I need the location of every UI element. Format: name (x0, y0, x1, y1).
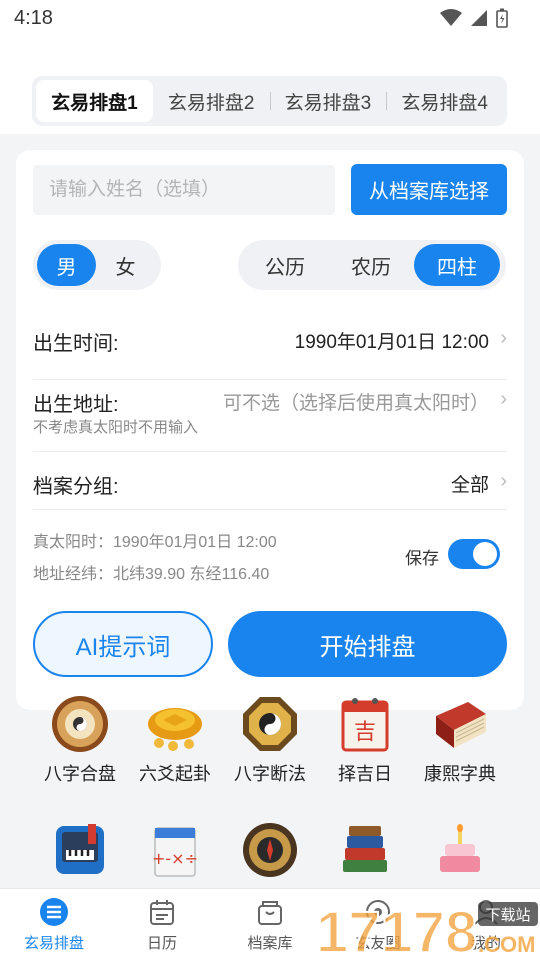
signal-icon (471, 10, 487, 26)
gender-male-option[interactable]: 男 (37, 244, 96, 286)
tool-label: 择吉日 (338, 764, 392, 784)
tab-plate-2[interactable]: 玄易排盘2 (153, 80, 270, 122)
nav-item-calendar[interactable]: 日历 (108, 889, 216, 960)
lucky-calendar-icon: 吉 (341, 698, 389, 752)
birth-time-value: 1990年01月01日 12:00 (294, 332, 489, 353)
site-watermark: 17178 下载站 .COM (315, 899, 538, 960)
math-calendar-icon: +-×÷ (152, 827, 198, 877)
book-stack-icon (343, 826, 387, 872)
calendar-type-selector: 公历 农历 四柱 (238, 240, 506, 290)
tool-row2-item-3[interactable] (222, 820, 318, 880)
plate-nav-icon (40, 898, 68, 926)
birth-place-row[interactable]: 出生地址: 可不选（选择后使用真太阳时） › 不考虑真太阳时不用输入 (33, 380, 507, 452)
save-toggle[interactable] (448, 539, 500, 569)
tool-kangxi-dictionary[interactable]: 康熙字典 (412, 694, 508, 786)
status-icons (440, 8, 508, 28)
tab-plate-1[interactable]: 玄易排盘1 (36, 80, 153, 122)
nav-label: 玄易排盘 (23, 935, 84, 952)
battery-icon (496, 8, 508, 28)
tab-plate-3[interactable]: 玄易排盘3 (269, 80, 387, 122)
top-tab-area: 玄易排盘1 玄易排盘2 玄易排盘3 玄易排盘4 (0, 36, 540, 134)
wifi-icon (440, 9, 462, 26)
true-solar-time-text: 真太阳时：1990年01月01日 12:00 (33, 534, 277, 551)
calendar-solar-option[interactable]: 公历 (242, 244, 328, 286)
tool-row2-item-4[interactable] (317, 820, 413, 880)
name-input[interactable] (33, 165, 335, 215)
tool-label: 康熙字典 (424, 764, 496, 784)
plate-tabs: 玄易排盘1 玄易排盘2 玄易排盘3 玄易排盘4 (32, 76, 507, 126)
watermark-sub: 下载站 (485, 906, 530, 924)
birth-place-hint: 不考虑真太阳时不用输入 (33, 419, 199, 436)
tool-label: 六爻起卦 (139, 764, 211, 784)
svg-text:+-×÷: +-×÷ (152, 849, 198, 868)
tool-label: 八字断法 (234, 764, 306, 784)
birth-place-label: 出生地址: (33, 394, 119, 416)
tool-liuyao-divination[interactable]: 六爻起卦 (127, 694, 223, 786)
piano-icon (56, 824, 104, 874)
archive-group-value: 全部 (450, 475, 489, 496)
calendar-lunar-option[interactable]: 农历 (328, 244, 414, 286)
archive-group-label: 档案分组: (33, 476, 119, 498)
dictionary-book-icon (436, 702, 486, 748)
tool-auspicious-date[interactable]: 吉 择吉日 (317, 694, 413, 786)
birth-place-value: 可不选（选择后使用真太阳时） (222, 393, 489, 414)
tab-plate-4[interactable]: 玄易排盘4 (386, 80, 503, 122)
watermark-number: 17178 (316, 900, 477, 960)
birth-time-row[interactable]: 出生时间: 1990年01月01日 12:00 › (33, 300, 507, 380)
status-bar: 4:18 (0, 0, 540, 36)
tool-bazi-match[interactable]: 八字合盘 (32, 694, 128, 786)
status-time: 4:18 (14, 6, 53, 29)
compass-icon (243, 823, 297, 877)
archive-group-row[interactable]: 档案分组: 全部 › (33, 452, 507, 510)
chevron-right-icon: › (500, 470, 507, 492)
tool-row2-item-1[interactable] (32, 820, 128, 880)
tool-label: 八字合盘 (44, 764, 116, 784)
chevron-right-icon: › (500, 388, 507, 410)
calendar-four-pillars-option[interactable]: 四柱 (414, 244, 500, 286)
chevron-right-icon: › (500, 327, 507, 349)
birthday-cake-icon (440, 824, 480, 872)
birth-time-label: 出生时间: (33, 333, 119, 355)
toggle-knob (473, 542, 497, 566)
gender-female-option[interactable]: 女 (96, 244, 155, 286)
tool-row2-item-2[interactable]: +-×÷ (127, 820, 223, 880)
archive-box-icon (258, 901, 282, 925)
bagua-mirror-icon (243, 697, 297, 751)
watermark-domain: .COM (478, 932, 535, 957)
coordinates-text: 地址经纬：北纬39.90 东经116.40 (33, 566, 270, 583)
ai-prompt-button[interactable]: AI提示词 (33, 611, 213, 677)
tool-bazi-analysis[interactable]: 八字断法 (222, 694, 318, 786)
nav-label: 档案库 (247, 935, 293, 952)
nav-item-archive[interactable]: 档案库 (216, 889, 324, 960)
svg-text:吉: 吉 (354, 720, 376, 745)
tortoise-shell-icon (148, 708, 202, 751)
calendar-icon (150, 900, 174, 925)
nav-item-plate[interactable]: 玄易排盘 (0, 889, 108, 960)
tool-row2-item-5[interactable] (412, 820, 508, 880)
gender-selector: 男 女 (33, 240, 161, 290)
bagua-plate-icon (52, 696, 108, 752)
save-label: 保存 (405, 549, 439, 568)
chart-form-card: 从档案库选择 男 女 公历 农历 四柱 出生时间: 1990年01月01日 12… (16, 150, 524, 710)
start-chart-button[interactable]: 开始排盘 (228, 611, 507, 677)
nav-label: 日历 (146, 935, 177, 952)
archive-select-button[interactable]: 从档案库选择 (351, 164, 507, 215)
